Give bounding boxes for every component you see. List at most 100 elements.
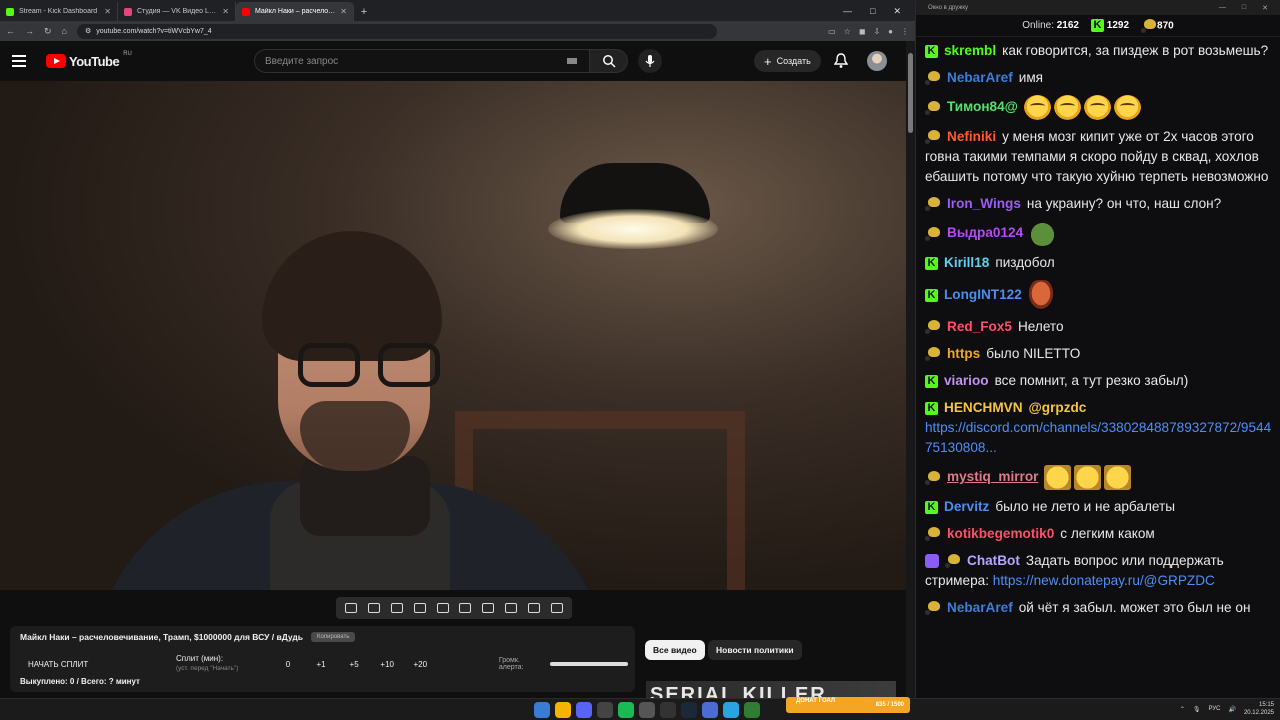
recommended-thumbnail[interactable]: SERIAL KILLER (646, 681, 896, 698)
kick-badge-icon (925, 374, 938, 388)
browser-tab[interactable]: Студия — VK Видео Live ✕ (118, 2, 236, 21)
page-scrollbar[interactable] (906, 41, 915, 698)
app-icon[interactable] (702, 702, 718, 718)
chevron-up-icon[interactable]: ⌃ (1180, 706, 1185, 713)
obs-icon[interactable] (639, 702, 655, 718)
tab-close-icon[interactable]: ✕ (222, 7, 229, 16)
chat-username[interactable]: https (947, 346, 980, 361)
minimize-icon[interactable]: — (1219, 4, 1226, 12)
reload-icon[interactable]: ↻ (44, 26, 52, 37)
account-avatar[interactable] (867, 51, 887, 71)
close-icon[interactable]: ✕ (893, 6, 901, 17)
chat-username[interactable]: HENCHMVN (944, 400, 1023, 415)
chat-message-list[interactable]: skrembl как говорится, за пиздеж в рот во… (916, 37, 1280, 687)
start-split-button[interactable]: НАЧАТЬ СПЛИТ (28, 660, 176, 669)
tab-close-icon[interactable]: ✕ (340, 7, 347, 16)
profile-icon[interactable]: ● (888, 27, 893, 36)
cinema-icon[interactable] (459, 603, 472, 613)
chat-username[interactable]: NebarAref (947, 600, 1013, 615)
search-input[interactable]: Введите запрос (254, 49, 590, 73)
audio-icon[interactable] (368, 603, 381, 613)
maximize-icon[interactable]: □ (1242, 4, 1246, 12)
chat-username[interactable]: Тимон84@ (947, 99, 1018, 114)
increment-button[interactable]: +10 (371, 660, 404, 669)
chat-username[interactable]: Iron_Wings (947, 196, 1021, 211)
chat-username[interactable]: Выдра0124 (947, 225, 1023, 240)
eye-icon[interactable] (390, 603, 403, 613)
chrome-icon[interactable] (555, 702, 571, 718)
increment-button[interactable]: +20 (404, 660, 437, 669)
volume-icon[interactable]: 🔊 (1228, 706, 1235, 713)
site-info-icon[interactable]: ⚙ (85, 27, 91, 35)
close-icon[interactable]: ✕ (1262, 4, 1268, 12)
add-icon[interactable] (504, 603, 517, 613)
app-icon[interactable] (597, 702, 613, 718)
volume-slider[interactable] (550, 662, 628, 666)
dd-stat: 870 (1141, 18, 1174, 33)
chip-all-videos[interactable]: Все видео (645, 640, 705, 660)
chat-message: Nefiniki у меня мозг кипит уже от 2х часо… (925, 123, 1273, 190)
chip-politics[interactable]: Новости политики (708, 640, 802, 660)
chat-stats-header: Online: 2162 1292 870 (916, 15, 1280, 37)
lang-indicator[interactable]: РУС (1208, 706, 1220, 712)
browser-tab[interactable]: Майкл Наки – расчеловечива ✕ (236, 2, 354, 21)
notifications-button[interactable] (833, 53, 849, 74)
search-button[interactable] (590, 49, 628, 73)
chat-username[interactable]: Dervitz (944, 499, 989, 514)
app-icon[interactable] (744, 702, 760, 718)
hamburger-menu-icon[interactable] (12, 55, 26, 67)
speed-icon[interactable] (482, 603, 495, 613)
chat-username[interactable]: Nefiniki (947, 129, 996, 144)
tab-title: Stream - Kick Dashboard (19, 8, 98, 15)
chat-username[interactable]: mystiq_mirror (947, 469, 1038, 484)
loop-icon[interactable] (345, 603, 358, 613)
chat-username[interactable]: kotikbegemotik0 (947, 526, 1054, 541)
download-icon[interactable]: ⇩ (873, 27, 880, 36)
increment-button[interactable]: +5 (338, 660, 371, 669)
create-button[interactable]: + Создать (754, 50, 821, 72)
chat-username[interactable]: skrembl (944, 43, 996, 58)
chat-username[interactable]: viarioo (944, 373, 989, 388)
youtube-logo[interactable]: YouTube RU (46, 51, 132, 69)
chat-username[interactable]: LongINT122 (944, 287, 1022, 302)
maximize-icon[interactable]: □ (870, 6, 875, 17)
steam-icon[interactable] (681, 702, 697, 718)
spotify-icon[interactable] (618, 702, 634, 718)
menu-icon[interactable]: ⋮ (901, 27, 909, 36)
kick-badge-icon (925, 500, 938, 514)
extension-icon[interactable]: ◼ (859, 27, 866, 36)
start-icon[interactable] (534, 702, 550, 718)
tab-favicon-icon (242, 7, 250, 16)
new-tab-button[interactable]: + (354, 6, 374, 18)
copy-button[interactable]: Копировать (311, 632, 356, 642)
keyboard-icon[interactable] (567, 58, 577, 64)
video-player[interactable] (0, 81, 906, 590)
chat-username[interactable]: Kirill18 (944, 255, 989, 270)
tab-close-icon[interactable]: ✕ (104, 7, 111, 16)
cast-icon[interactable]: ▭ (828, 27, 836, 36)
discord-icon[interactable] (576, 702, 592, 718)
camera-icon[interactable] (527, 603, 540, 613)
clock[interactable]: 15:15 20.12.2025 (1244, 701, 1274, 717)
chat-link[interactable]: https://new.donatepay.ru/@GRPZDC (993, 573, 1215, 588)
chat-username[interactable]: NebarAref (947, 70, 1013, 85)
minimize-icon[interactable]: — (843, 6, 852, 17)
telegram-icon[interactable] (723, 702, 739, 718)
home-icon[interactable]: ⌂ (62, 26, 67, 36)
pip-icon[interactable] (436, 603, 449, 613)
voice-search-button[interactable] (638, 49, 662, 73)
bookmark-icon[interactable]: ☆ (844, 27, 851, 36)
app-icon[interactable] (660, 702, 676, 718)
microphone-icon[interactable]: 🎙 (1193, 706, 1201, 713)
forward-icon[interactable]: → (25, 26, 34, 36)
back-icon[interactable]: ← (6, 26, 15, 36)
clapperboard-icon[interactable] (413, 603, 426, 613)
chat-username[interactable]: Red_Fox5 (947, 319, 1012, 334)
browser-tab[interactable]: Stream - Kick Dashboard ✕ (0, 2, 118, 21)
url-field[interactable]: ⚙ youtube.com/watch?v=tiWVcbYw7_4 (76, 23, 717, 39)
increment-button[interactable]: +1 (304, 660, 337, 669)
chat-username[interactable]: ChatBot (967, 553, 1020, 568)
chat-link[interactable]: https://discord.com/channels/33802848878… (925, 420, 1271, 455)
kick-badge-icon (925, 288, 938, 302)
settings-gear-icon[interactable] (550, 603, 563, 613)
